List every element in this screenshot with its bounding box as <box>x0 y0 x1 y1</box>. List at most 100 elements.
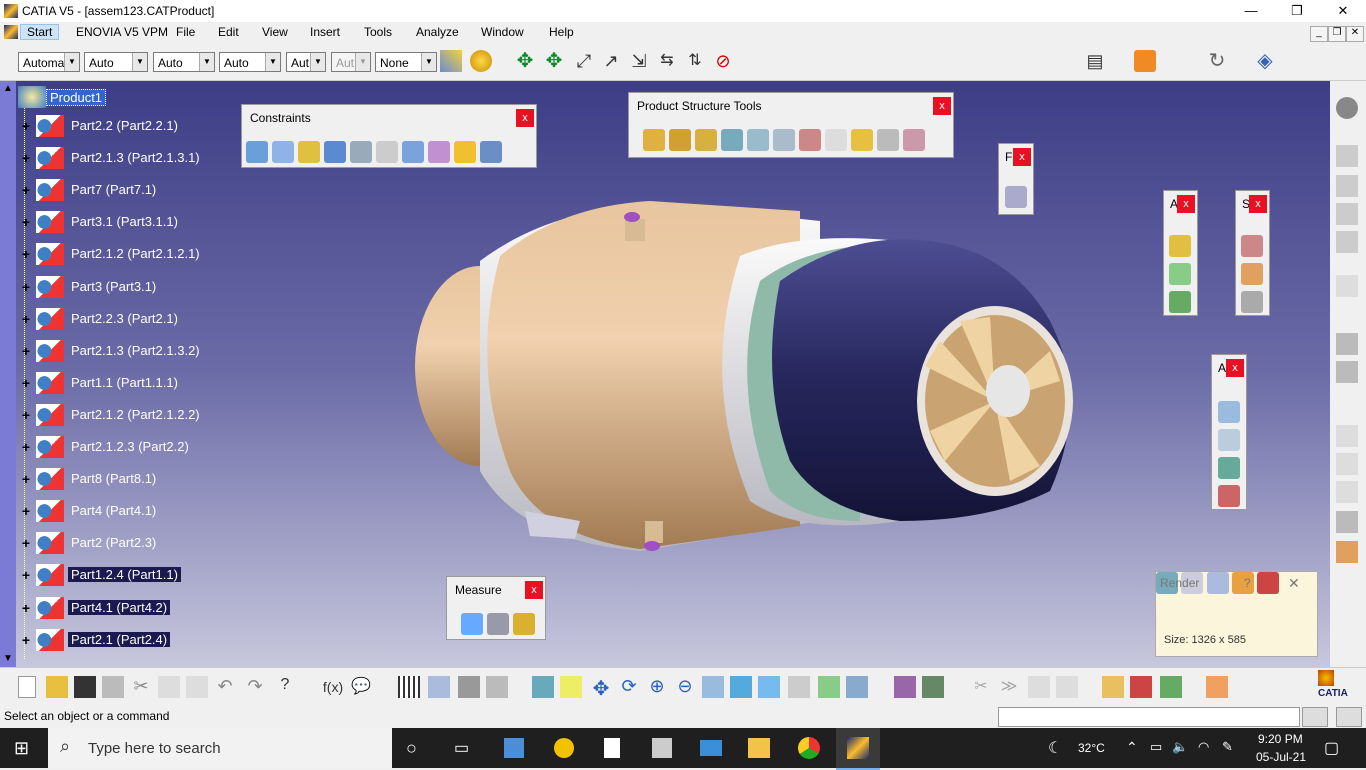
replace-component-icon[interactable] <box>773 129 795 151</box>
grid-snap-icon[interactable] <box>1206 676 1228 698</box>
a-toolbar-close-icon[interactable]: x <box>1177 195 1195 213</box>
new-product-icon[interactable] <box>669 129 691 151</box>
annotation-icon[interactable] <box>1336 361 1358 383</box>
compile-simulation-icon[interactable] <box>922 676 944 698</box>
pan-icon[interactable]: ✥ <box>590 676 612 700</box>
dimension-icon[interactable] <box>1336 425 1358 447</box>
menu-start[interactable]: Start <box>20 24 60 40</box>
media-player-icon[interactable] <box>554 738 574 758</box>
tree-item-label[interactable]: Part7 (Part7.1) <box>68 182 159 197</box>
menu-edit[interactable]: Edit <box>218 25 239 39</box>
add-feature-icon[interactable] <box>1169 235 1191 257</box>
apply-texture-icon[interactable] <box>1130 676 1152 698</box>
notification-icon[interactable]: ▢ <box>1324 738 1339 758</box>
fix-together-icon[interactable] <box>376 141 398 163</box>
expand-plus-icon[interactable]: + <box>20 119 32 133</box>
expand-plus-icon[interactable]: + <box>20 568 32 582</box>
expand-plus-icon[interactable]: + <box>20 408 32 422</box>
multi-instantiation-icon[interactable] <box>903 129 925 151</box>
manage-representations-icon[interactable] <box>877 129 899 151</box>
tree-item-label[interactable]: Part2.1.3 (Part2.1.3.1) <box>68 150 203 165</box>
measure-between-icon[interactable] <box>461 613 483 635</box>
clock-date[interactable]: 05-Jul-21 <box>1256 750 1306 764</box>
chevron-up-icon[interactable]: ⌃ <box>1126 739 1138 756</box>
clash-icon[interactable] <box>1218 401 1240 423</box>
line-thickness-combo[interactable]: Auto ▼ <box>153 52 215 72</box>
text-annotation-icon[interactable] <box>1336 453 1358 475</box>
save-render-icon[interactable] <box>1257 572 1280 594</box>
tree-item-label[interactable]: Part2.1 (Part2.4) <box>68 631 171 647</box>
catalog-icon[interactable] <box>428 676 450 698</box>
swap-visible-space-icon[interactable] <box>846 676 868 698</box>
measure-inertia-icon[interactable] <box>513 613 535 635</box>
assembly-hole-icon[interactable] <box>1169 291 1191 313</box>
tree-item-label[interactable]: Part4 (Part4.1) <box>68 503 159 518</box>
wireframe-icon[interactable] <box>1336 231 1358 253</box>
power-input-button[interactable] <box>1302 707 1328 727</box>
menu-analyze[interactable]: Analyze <box>416 25 459 39</box>
expand-plus-icon[interactable]: + <box>20 215 32 229</box>
drafting-icon[interactable] <box>1336 333 1358 355</box>
tree-item-label[interactable]: Part2.2 (Part2.2.1) <box>68 118 181 133</box>
tree-item-label[interactable]: Part1.1 (Part1.1.1) <box>68 375 181 390</box>
tree-item-label[interactable]: Part3.1 (Part3.1.1) <box>68 214 181 229</box>
chrome-icon[interactable] <box>798 737 820 759</box>
new-part-icon[interactable] <box>695 129 717 151</box>
expand-plus-icon[interactable]: + <box>20 472 32 486</box>
normal-view-icon[interactable] <box>702 676 724 698</box>
change-constraint-icon[interactable] <box>454 141 476 163</box>
cortana-icon[interactable]: ○ <box>406 738 417 759</box>
tree-item-label[interactable]: Part2.1.2.3 (Part2.2) <box>68 439 192 454</box>
new-document-icon[interactable] <box>18 676 36 698</box>
s-toolbar-close-icon[interactable]: x <box>1249 195 1267 213</box>
mail-icon[interactable] <box>700 740 722 756</box>
tree-item-label[interactable]: Part2.1.3 (Part2.1.3.2) <box>68 343 203 358</box>
capture-icon[interactable] <box>1134 50 1156 72</box>
clock-time[interactable]: 9:20 PM <box>1258 732 1303 746</box>
sketcher-icon[interactable] <box>1336 145 1358 167</box>
apply-environment-icon[interactable] <box>1102 676 1124 698</box>
lock-icon[interactable] <box>458 676 480 698</box>
snap-icon[interactable]: ⤢ <box>573 50 595 72</box>
menu-enovia[interactable]: ENOVIA V5 VPM <box>76 25 168 39</box>
new-component-icon[interactable] <box>643 129 665 151</box>
redo-icon[interactable]: ↷ <box>244 676 266 698</box>
menu-view[interactable]: View <box>262 25 288 39</box>
sheet-icon[interactable] <box>1336 541 1358 563</box>
open-folder-icon[interactable] <box>46 676 68 698</box>
menu-window[interactable]: Window <box>481 25 524 39</box>
constraints-close-icon[interactable]: x <box>516 109 534 127</box>
assembly-design-icon[interactable] <box>1336 203 1358 225</box>
point-style-combo[interactable]: Aut ▼ <box>286 52 326 72</box>
expand-plus-icon[interactable]: + <box>20 247 32 261</box>
expand-plus-icon[interactable]: + <box>20 633 32 647</box>
fly-mode-icon[interactable] <box>532 676 554 698</box>
maximize-button[interactable]: ❐ <box>1274 0 1320 22</box>
scene-browser-icon[interactable] <box>1241 291 1263 313</box>
tree-item-label[interactable]: Part8 (Part8.1) <box>68 471 159 486</box>
zoom-out-icon[interactable]: ⊖ <box>674 676 696 698</box>
render-help-icon[interactable]: ? <box>1244 576 1251 590</box>
save-icon[interactable] <box>74 676 96 698</box>
f-toolbar-close-icon[interactable]: x <box>1013 148 1031 166</box>
power-input-field[interactable] <box>998 707 1300 727</box>
expand-plus-icon[interactable]: + <box>20 280 32 294</box>
rotate-icon[interactable]: ⟳ <box>618 676 640 698</box>
tree-item-label[interactable]: Part2.1.2 (Part2.1.2.1) <box>68 246 203 261</box>
apply-material-icon[interactable] <box>470 50 492 72</box>
expand-plus-icon[interactable]: + <box>20 376 32 390</box>
scene-icon[interactable] <box>1241 235 1263 257</box>
expand-plus-icon[interactable]: + <box>20 601 32 615</box>
wifi-icon[interactable]: ◠ <box>1198 739 1209 755</box>
formula-icon[interactable]: f(x) <box>322 676 344 698</box>
move-pan-icon[interactable]: ✥ <box>514 50 536 72</box>
reuse-pattern-icon[interactable] <box>480 141 502 163</box>
bill-of-material-icon[interactable] <box>1218 485 1240 507</box>
tree-item-label[interactable]: Part4.1 (Part4.2) <box>68 599 171 615</box>
weather-icon[interactable]: ☾ <box>1048 738 1062 758</box>
tree-item-label[interactable]: Part2 (Part2.3) <box>68 535 159 550</box>
existing-positioning-icon[interactable] <box>747 129 769 151</box>
expand-plus-icon[interactable]: + <box>20 504 32 518</box>
shading-icon[interactable] <box>788 676 810 698</box>
catia-taskbar-item[interactable] <box>836 728 880 770</box>
